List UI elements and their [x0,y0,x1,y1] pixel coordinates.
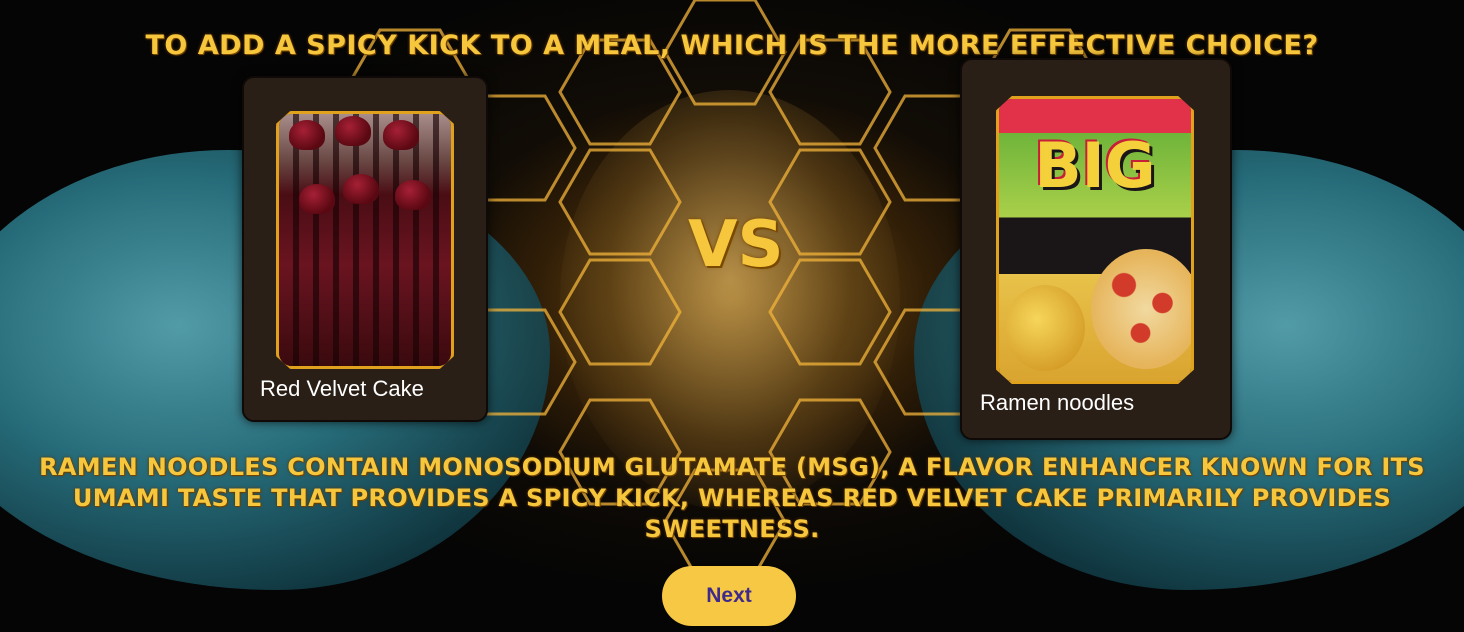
package-chip [1005,285,1085,371]
cake-swirl [343,174,379,204]
option-image-frame: BIG [996,96,1194,384]
option-card-red-velvet-cake[interactable]: Red Velvet Cake [242,76,488,422]
next-button[interactable]: Next [662,566,796,626]
vs-label: VS [688,208,784,282]
cake-swirl [299,184,335,214]
option-label: Ramen noodles [980,390,1135,415]
cake-swirl [395,180,431,210]
cake-swirl [335,116,371,146]
package-pizza [1091,249,1191,369]
red-velvet-cake-image [279,114,451,366]
explanation-text: Ramen noodles contain monosodium glutama… [39,453,1425,543]
cake-swirl [383,120,419,150]
option-image-frame [276,111,454,369]
option-card-ramen-noodles[interactable]: BIG Ramen noodles [960,58,1232,440]
question-text: To add a spicy kick to a meal, which is … [145,30,1319,61]
ramen-noodles-package-image: BIG [999,99,1191,381]
cake-swirl [289,120,325,150]
option-label: Red Velvet Cake [260,376,424,401]
package-big-text: BIG [1034,129,1156,202]
